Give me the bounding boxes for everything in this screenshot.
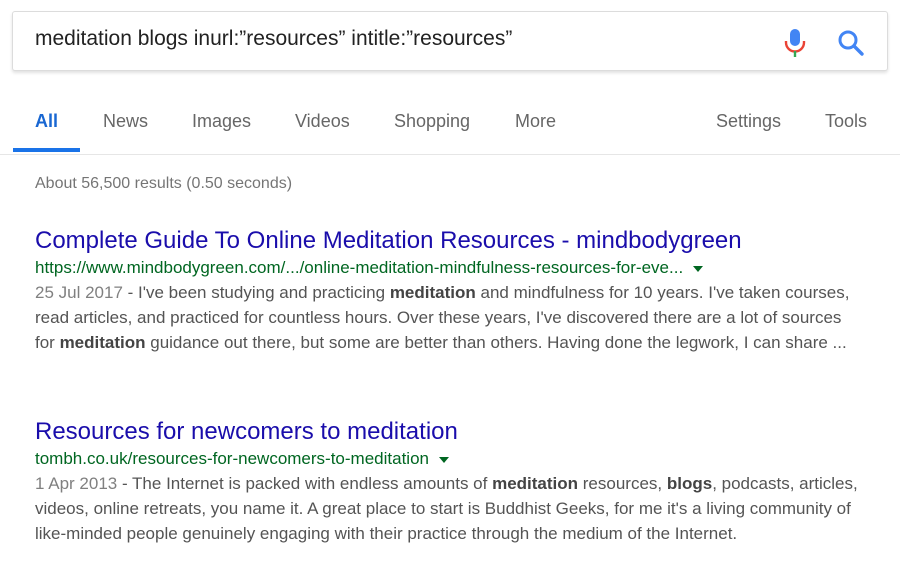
snippet-text: guidance out there, but some are better …: [145, 333, 847, 352]
result-date: 25 Jul 2017: [35, 283, 123, 302]
tab-more[interactable]: More: [515, 111, 556, 132]
search-tabs: All News Images Videos Shopping More Set…: [0, 100, 900, 155]
search-result: Resources for newcomers to meditation to…: [35, 417, 865, 546]
tab-videos[interactable]: Videos: [295, 111, 350, 132]
result-url-text: tombh.co.uk/resources-for-newcomers-to-m…: [35, 449, 429, 468]
tab-settings[interactable]: Settings: [716, 111, 781, 132]
tab-shopping[interactable]: Shopping: [394, 111, 470, 132]
tab-images[interactable]: Images: [192, 111, 251, 132]
search-button[interactable]: [837, 29, 865, 57]
result-date: 1 Apr 2013: [35, 474, 118, 493]
snippet-highlight: meditation: [59, 333, 146, 352]
tab-news[interactable]: News: [103, 111, 148, 132]
triangle-down-icon[interactable]: [693, 265, 704, 272]
triangle-down-icon[interactable]: [438, 456, 449, 463]
result-url: https://www.mindbodygreen.com/.../online…: [35, 256, 865, 280]
result-url: tombh.co.uk/resources-for-newcomers-to-m…: [35, 447, 865, 471]
result-snippet: 1 Apr 2013 - The Internet is packed with…: [35, 471, 865, 546]
snippet-text: resources,: [578, 474, 667, 493]
snippet-text: - The Internet is packed with endless am…: [117, 474, 493, 493]
result-url-text: https://www.mindbodygreen.com/.../online…: [35, 258, 684, 277]
microphone-icon[interactable]: [783, 28, 807, 58]
snippet-highlight: meditation: [492, 474, 579, 493]
tab-all[interactable]: All: [35, 111, 58, 132]
active-tab-indicator: [13, 148, 80, 152]
tab-tools[interactable]: Tools: [825, 111, 867, 132]
result-title-link[interactable]: Complete Guide To Online Meditation Reso…: [35, 226, 865, 256]
result-stats: About 56,500 results (0.50 seconds): [35, 175, 293, 192]
result-title-link[interactable]: Resources for newcomers to meditation: [35, 417, 865, 447]
search-input[interactable]: meditation blogs inurl:”resources” intit…: [35, 27, 512, 51]
snippet-highlight: blogs: [666, 474, 713, 493]
result-snippet: 25 Jul 2017 - I've been studying and pra…: [35, 280, 865, 355]
search-box[interactable]: meditation blogs inurl:”resources” intit…: [12, 11, 888, 71]
search-result: Complete Guide To Online Meditation Reso…: [35, 226, 865, 355]
snippet-highlight: meditation: [389, 283, 476, 302]
magnifier-icon: [838, 30, 864, 56]
snippet-text: - I've been studying and practicing: [122, 283, 390, 302]
